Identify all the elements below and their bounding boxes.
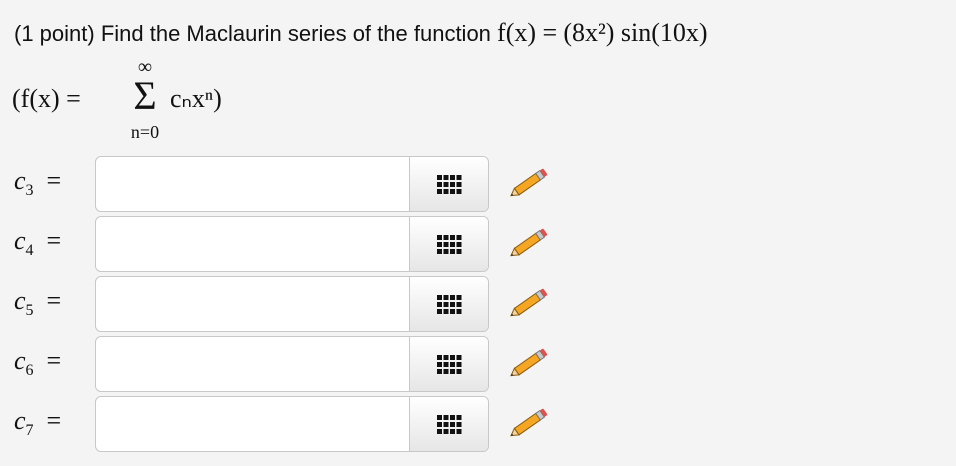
grid-icon	[437, 295, 462, 314]
pencil-icon	[510, 408, 548, 437]
function-rhs: (8x²) sin(10x)	[563, 18, 708, 47]
coefficient-row: c5 =	[0, 276, 956, 334]
coefficient-row: c4 =	[0, 216, 956, 274]
grid-icon	[437, 415, 462, 434]
coefficient-symbol: c	[14, 166, 26, 195]
grid-icon	[437, 355, 462, 374]
answer-box	[95, 336, 489, 392]
coefficient-subscript: 4	[25, 242, 34, 260]
coefficient-subscript: 5	[25, 302, 34, 320]
pencil-icon	[510, 168, 548, 197]
equation-palette-button[interactable]	[409, 337, 488, 391]
summation: ∞ Σ n=0	[120, 56, 170, 143]
answer-input[interactable]	[96, 217, 410, 271]
coefficient-row: c6 =	[0, 336, 956, 394]
answer-input[interactable]	[96, 277, 410, 331]
grid-icon	[437, 175, 462, 194]
series-lhs: (f(x) =	[12, 84, 81, 113]
answer-input[interactable]	[96, 397, 410, 451]
equals-sign: =	[46, 286, 62, 315]
pencil-button[interactable]	[506, 340, 552, 386]
answer-input[interactable]	[96, 337, 410, 391]
equals-sign: =	[46, 406, 62, 435]
coefficient-row: c3 =	[0, 156, 956, 214]
sum-lower-limit: n=0	[130, 122, 160, 142]
coefficient-symbol: c	[14, 286, 26, 315]
coefficient-label: c3 =	[14, 166, 61, 200]
function-lhs: f(x) =	[497, 18, 558, 47]
coefficient-symbol: c	[14, 346, 26, 375]
answer-box	[95, 276, 489, 332]
pencil-icon	[510, 288, 548, 317]
equals-sign: =	[46, 166, 62, 195]
answer-input[interactable]	[96, 157, 410, 211]
coefficient-label: c7 =	[14, 406, 61, 440]
answer-box	[95, 216, 489, 272]
pencil-button[interactable]	[506, 220, 552, 266]
answer-box	[95, 396, 489, 452]
pencil-button[interactable]	[506, 160, 552, 206]
series-definition: (f(x) = ∞ Σ n=0 cₙxⁿ)	[12, 56, 412, 156]
problem-prefix: (1 point) Find the Maclaurin series of t…	[14, 21, 491, 46]
coefficient-symbol: c	[14, 406, 26, 435]
equation-palette-button[interactable]	[409, 277, 488, 331]
coefficient-row: c7 =	[0, 396, 956, 454]
equation-palette-button[interactable]	[409, 217, 488, 271]
coefficient-label: c6 =	[14, 346, 61, 380]
pencil-button[interactable]	[506, 280, 552, 326]
sigma-symbol: Σ	[133, 73, 157, 118]
equals-sign: =	[46, 226, 62, 255]
coefficient-subscript: 3	[25, 182, 34, 200]
grid-icon	[437, 235, 462, 254]
equals-sign: =	[46, 346, 62, 375]
coefficient-label: c5 =	[14, 286, 61, 320]
equation-palette-button[interactable]	[409, 157, 488, 211]
answer-box	[95, 156, 489, 212]
coefficient-subscript: 7	[25, 422, 34, 440]
pencil-button[interactable]	[506, 400, 552, 446]
coefficient-label: c4 =	[14, 226, 61, 260]
pencil-icon	[510, 228, 548, 257]
problem-statement: (1 point) Find the Maclaurin series of t…	[14, 18, 708, 48]
pencil-icon	[510, 348, 548, 377]
equation-palette-button[interactable]	[409, 397, 488, 451]
coefficient-subscript: 6	[25, 362, 34, 380]
coefficient-symbol: c	[14, 226, 26, 255]
series-term: cₙxⁿ)	[170, 84, 222, 113]
